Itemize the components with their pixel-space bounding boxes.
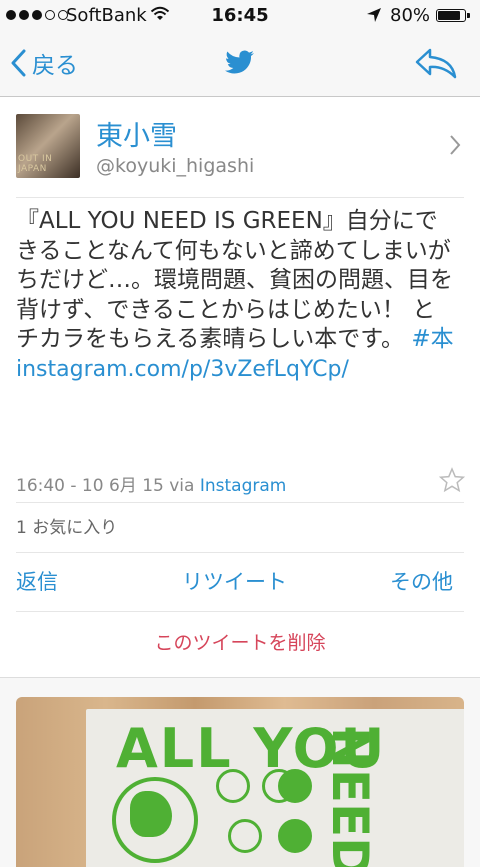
tweet-photo[interactable]: ALL YOU NEED (16, 697, 464, 867)
navigation-bar: 戻る (0, 32, 480, 97)
avatar-caption: OUT IN JAPAN (18, 154, 53, 174)
tweet-card: OUT IN JAPAN 東小雪 @koyuki_higashi 『ALL YO… (0, 97, 480, 678)
location-arrow-icon (366, 7, 382, 28)
favorites-count[interactable]: 1 お気に入り (16, 513, 117, 538)
book-title-side: NEED (321, 727, 379, 867)
avatar[interactable]: OUT IN JAPAN (16, 114, 80, 178)
favorite-star-icon[interactable] (438, 467, 466, 497)
status-bar: SoftBank 16:45 80% (0, 0, 480, 32)
tweet-body: 『ALL YOU NEED IS GREEN』自分にできることなんて何もないと諦… (16, 208, 453, 352)
tweet-text: 『ALL YOU NEED IS GREEN』自分にできることなんて何もないと諦… (16, 207, 456, 384)
user-handle: @koyuki_higashi (96, 155, 255, 177)
divider (16, 197, 464, 198)
delete-tweet-button[interactable]: このツイートを削除 (0, 628, 480, 655)
earth-globe-icon (112, 777, 198, 863)
recycle-symbol-icon (228, 819, 262, 853)
via-app-link[interactable]: Instagram (200, 476, 287, 496)
reply-arrow-icon (415, 48, 457, 79)
retweet-button[interactable]: リツイート (182, 566, 287, 596)
user-display-name[interactable]: 東小雪 (96, 114, 177, 153)
divider (16, 611, 464, 612)
hashtag-link[interactable]: #本 (411, 326, 453, 352)
back-button[interactable]: 戻る (10, 46, 78, 80)
chevron-left-icon (11, 49, 26, 77)
hand-symbol-icon (278, 819, 312, 853)
chevron-right-icon[interactable] (448, 133, 462, 161)
twitter-bird-icon (225, 50, 255, 79)
tweet-actions: 返信 リツイート その他 (0, 552, 480, 610)
back-label: 戻る (32, 53, 78, 79)
divider (16, 502, 464, 503)
tweet-timestamp: 16:40 - 10 6月 15 via Instagram (16, 471, 286, 496)
reply-button[interactable]: 返信 (16, 566, 58, 596)
tweet-url-link[interactable]: instagram.com/p/3vZefLqYCp/ (16, 355, 456, 385)
timestamp-text: 16:40 - 10 6月 15 via (16, 476, 195, 496)
human-symbol-icon (278, 769, 312, 803)
reply-icon-button[interactable] (414, 46, 458, 84)
nature-symbol-icon (216, 769, 250, 803)
more-button[interactable]: その他 (390, 566, 453, 596)
battery-icon (436, 9, 470, 22)
battery-percentage: 80% (390, 5, 431, 26)
